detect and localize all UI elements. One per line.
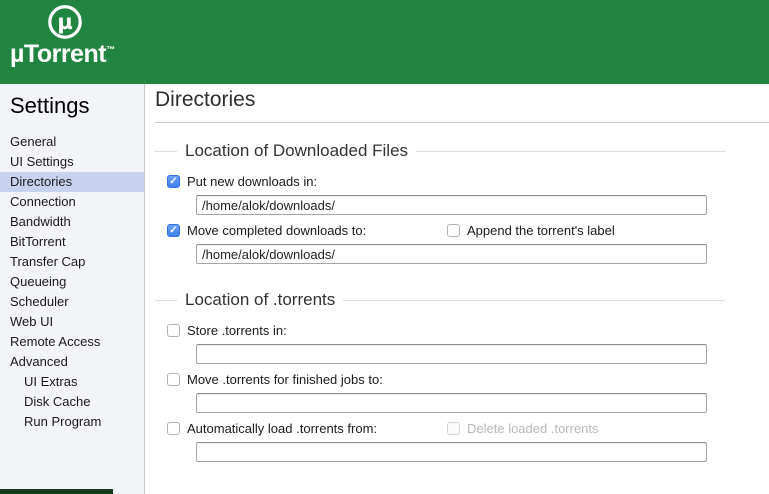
sidebar-item-disk-cache[interactable]: Disk Cache (0, 392, 144, 412)
put-new-downloads-checkbox[interactable] (167, 175, 180, 188)
autoload-row: Automatically load .torrents from: Delet… (167, 421, 769, 436)
move-completed-input[interactable] (196, 244, 707, 264)
sidebar-item-ui-extras[interactable]: UI Extras (0, 372, 144, 392)
delete-loaded-pair: Delete loaded .torrents (447, 421, 599, 436)
torrents-section-header: Location of .torrents (155, 290, 725, 310)
torrents-section-body: Store .torrents in: Move .torrents for f… (155, 323, 769, 462)
autoload-input[interactable] (196, 442, 707, 462)
app-header: µ µTorrent™ (0, 0, 769, 84)
sidebar-item-connection[interactable]: Connection (0, 192, 144, 212)
page-title: Directories (155, 88, 769, 112)
sidebar-item-remote-access[interactable]: Remote Access (0, 332, 144, 352)
legend-line (155, 151, 177, 152)
put-new-downloads-input[interactable] (196, 195, 707, 215)
autoload-label[interactable]: Automatically load .torrents from: (187, 421, 377, 436)
partial-footer-bar (0, 489, 113, 494)
store-torrents-label[interactable]: Store .torrents in: (187, 323, 287, 338)
move-completed-row: Move completed downloads to: Append the … (167, 223, 769, 238)
delete-loaded-label: Delete loaded .torrents (467, 421, 599, 436)
put-new-downloads-row: Put new downloads in: (167, 174, 769, 189)
svg-text:µ: µ (57, 10, 72, 34)
downloads-section-body: Put new downloads in: Move completed dow… (155, 174, 769, 264)
sidebar-item-scheduler[interactable]: Scheduler (0, 292, 144, 312)
app-name: µTorrent (10, 40, 106, 68)
sidebar-title: Settings (10, 93, 144, 119)
legend-line (155, 300, 177, 301)
sidebar-item-bittorrent[interactable]: BitTorrent (0, 232, 144, 252)
delete-loaded-checkbox (447, 422, 460, 435)
store-torrents-input[interactable] (196, 344, 707, 364)
autoload-checkbox[interactable] (167, 422, 180, 435)
title-divider (155, 122, 769, 123)
directories-panel: Directories Location of Downloaded Files… (146, 84, 769, 494)
legend-line (416, 151, 725, 152)
put-new-downloads-label[interactable]: Put new downloads in: (187, 174, 317, 189)
move-completed-checkbox[interactable] (167, 224, 180, 237)
sidebar-item-directories[interactable]: Directories (0, 172, 144, 192)
legend-line (343, 300, 725, 301)
sidebar-item-advanced[interactable]: Advanced (0, 352, 144, 372)
downloads-section-header: Location of Downloaded Files (155, 141, 725, 161)
sidebar-item-general[interactable]: General (0, 132, 144, 152)
store-torrents-row: Store .torrents in: (167, 323, 769, 338)
append-label-checkbox[interactable] (447, 224, 460, 237)
move-finished-row: Move .torrents for finished jobs to: (167, 372, 769, 387)
sidebar-item-ui-settings[interactable]: UI Settings (0, 152, 144, 172)
store-torrents-checkbox[interactable] (167, 324, 180, 337)
utorrent-settings-page: µ µTorrent™ Settings General UI Settings… (0, 0, 769, 494)
settings-sidebar: Settings General UI Settings Directories… (0, 84, 145, 494)
sidebar-item-transfer-cap[interactable]: Transfer Cap (0, 252, 144, 272)
torrents-section-legend: Location of .torrents (177, 290, 343, 310)
move-finished-label[interactable]: Move .torrents for finished jobs to: (187, 372, 383, 387)
append-label-label[interactable]: Append the torrent's label (467, 223, 615, 238)
downloads-section-legend: Location of Downloaded Files (177, 141, 416, 161)
app-wordmark: µTorrent™ (10, 40, 115, 69)
sidebar-item-run-program[interactable]: Run Program (0, 412, 144, 432)
move-finished-checkbox[interactable] (167, 373, 180, 386)
sidebar-item-bandwidth[interactable]: Bandwidth (0, 212, 144, 232)
sidebar-item-queueing[interactable]: Queueing (0, 272, 144, 292)
trademark-symbol: ™ (106, 45, 115, 55)
move-finished-input[interactable] (196, 393, 707, 413)
append-label-pair: Append the torrent's label (447, 223, 615, 238)
sidebar-item-web-ui[interactable]: Web UI (0, 312, 144, 332)
move-completed-label[interactable]: Move completed downloads to: (187, 223, 366, 238)
